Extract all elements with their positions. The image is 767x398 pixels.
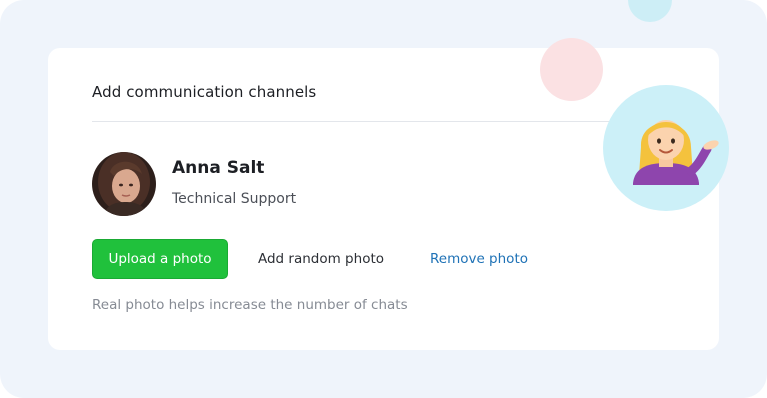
emoji-bubble (603, 85, 729, 211)
card-title: Add communication channels (92, 83, 317, 101)
title-divider (92, 121, 612, 122)
add-random-photo-button[interactable]: Add random photo (252, 239, 390, 279)
decorative-bubble-pink (540, 38, 603, 101)
user-role: Technical Support (172, 191, 297, 207)
woman-tipping-hand-icon (633, 120, 719, 185)
avatar (92, 152, 156, 216)
remove-photo-link[interactable]: Remove photo (424, 239, 534, 279)
user-name: Anna Salt (172, 158, 265, 178)
photo-hint-text: Real photo helps increase the number of … (92, 297, 408, 313)
user-photo-icon (92, 152, 156, 216)
screen: Add communication channels Anna Salt Tec… (0, 0, 767, 398)
upload-photo-button[interactable]: Upload a photo (92, 239, 228, 279)
